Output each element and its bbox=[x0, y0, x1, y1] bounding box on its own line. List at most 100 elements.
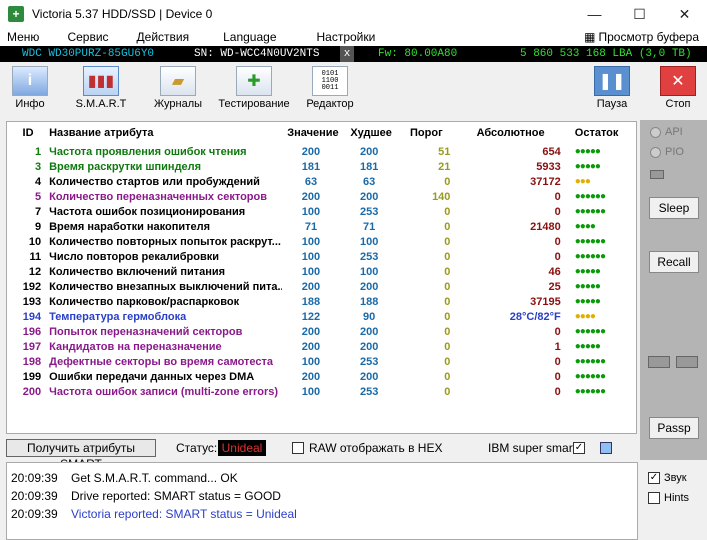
test-button[interactable]: ✚ Тестирование bbox=[214, 66, 294, 110]
first-aid-icon: ✚ bbox=[236, 66, 272, 96]
table-row[interactable]: 11 Число повторов рекалибровки 100 253 0 0 ●●●… bbox=[7, 249, 627, 264]
pio-radio[interactable]: PIO bbox=[650, 146, 684, 158]
attr-worst: 253 bbox=[359, 385, 379, 398]
menu-actions[interactable]: Действия bbox=[130, 28, 197, 46]
header-absolute[interactable]: Абсолютное bbox=[456, 122, 566, 144]
drive-model[interactable]: WDC WD30PURZ-85GU6Y0 bbox=[22, 46, 154, 62]
minimize-button[interactable]: — bbox=[572, 0, 617, 28]
attr-value: 63 bbox=[304, 175, 318, 188]
hints-checkbox[interactable]: Hints bbox=[648, 492, 689, 504]
table-row[interactable]: 194 Температура гермоблока 122 90 0 28°C/82°F… bbox=[7, 309, 627, 324]
attr-name: Количество внезапных выключений пита... bbox=[49, 280, 282, 293]
smart-button[interactable]: ▮▮▮ S.M.A.R.T bbox=[70, 66, 132, 110]
attr-value: 100 bbox=[301, 355, 321, 368]
attr-worst: 63 bbox=[363, 175, 376, 188]
sleep-button[interactable]: Sleep bbox=[649, 197, 699, 219]
app-icon: + bbox=[8, 6, 24, 22]
header-name[interactable]: Название атрибута bbox=[45, 122, 282, 144]
attr-threshold: 0 bbox=[444, 340, 451, 353]
header-id[interactable]: ID bbox=[7, 122, 45, 144]
passp-button[interactable]: Passp bbox=[649, 417, 699, 439]
attr-absolute: 28°C/82°F bbox=[509, 310, 561, 323]
table-row[interactable]: 199 Ошибки передачи данных через DMA 200 20… bbox=[7, 369, 627, 384]
close-button[interactable]: ✕ bbox=[662, 0, 707, 28]
indicator-left bbox=[648, 356, 670, 368]
table-row[interactable]: 200 Частота ошибок записи (multi-zone err… bbox=[7, 384, 627, 399]
api-radio[interactable]: API bbox=[650, 126, 683, 138]
table-row[interactable]: 7 Частота ошибок позиционирования 100 253 0 0… bbox=[7, 204, 627, 219]
header-worst[interactable]: Худшее bbox=[340, 122, 398, 144]
attr-id: 11 bbox=[29, 250, 42, 263]
folder-icon: ▰ bbox=[160, 66, 196, 96]
table-row[interactable]: 9 Время наработки накопителя 71 71 0 21480 ●●●… bbox=[7, 219, 627, 234]
drive-serial: SN: WD-WCC4N0UV2NTS bbox=[194, 48, 320, 60]
drive-firmware: Fw: 80.00A80 bbox=[378, 48, 458, 60]
log-entry: 20:09:39 Get S.M.A.R.T. command... OK bbox=[7, 469, 637, 487]
table-row[interactable]: 10 Количество повторных попыток раскрут..… bbox=[7, 234, 627, 249]
header-rest[interactable]: Остаток bbox=[567, 122, 627, 144]
attr-worst: 200 bbox=[359, 145, 379, 158]
table-row[interactable]: 197 Кандидатов на переназначение 200 200 0 1 ●… bbox=[7, 339, 627, 354]
table-row[interactable]: 4 Количество стартов или пробуждений 63 63 0… bbox=[7, 174, 627, 189]
attr-worst: 253 bbox=[359, 205, 379, 218]
recall-button[interactable]: Recall bbox=[649, 251, 699, 273]
table-row[interactable]: 192 Количество внезапных выключений пита.… bbox=[7, 279, 627, 294]
ibm-checkbox[interactable]: ✓ bbox=[573, 442, 585, 454]
table-row[interactable]: 12 Количество включений питания 100 100 0 46 ●… bbox=[7, 264, 627, 279]
status-badge: Unideal bbox=[218, 440, 266, 456]
table-row[interactable]: 196 Попыток переназначений секторов 200 200… bbox=[7, 324, 627, 339]
drive-close-button[interactable]: x bbox=[340, 46, 354, 62]
stop-icon: ✕ bbox=[660, 66, 696, 96]
log-message: Victoria reported: SMART status = Unidea… bbox=[71, 507, 297, 521]
attr-rest: ●●●●●● bbox=[574, 236, 606, 247]
logs-button[interactable]: ▰ Журналы bbox=[150, 66, 206, 110]
table-row[interactable]: 193 Количество парковок/распарковок 188 188… bbox=[7, 294, 627, 309]
buffer-view-menu[interactable]: ▦ Просмотр буфера bbox=[584, 28, 699, 46]
attr-name: Число повторов рекалибровки bbox=[49, 250, 220, 263]
attr-threshold: 0 bbox=[444, 205, 451, 218]
log-time: 20:09:39 bbox=[11, 489, 58, 503]
log-time: 20:09:39 bbox=[11, 507, 58, 521]
attr-rest: ●●●●● bbox=[574, 266, 601, 277]
attr-rest: ●●●●●● bbox=[574, 356, 606, 367]
table-row[interactable]: 198 Дефектные секторы во время самотеста 1… bbox=[7, 354, 627, 369]
table-row[interactable]: 3 Время раскрутки шпинделя 181 181 21 5933 ●●●… bbox=[7, 159, 627, 174]
pause-button[interactable]: ❚❚ Пауза bbox=[592, 66, 632, 110]
attr-value: 71 bbox=[304, 220, 318, 233]
table-row[interactable]: 5 Количество переназначенных секторов 200 2… bbox=[7, 189, 627, 204]
menu-settings[interactable]: Настройки bbox=[310, 28, 383, 46]
attr-id: 193 bbox=[22, 295, 42, 308]
raw-hex-checkbox[interactable]: RAW отображать в HEX bbox=[292, 441, 442, 455]
log-entry: 20:09:39 Drive reported: SMART status = G… bbox=[7, 487, 637, 505]
attr-absolute: 37172 bbox=[530, 175, 561, 188]
sound-checkbox[interactable]: ✓ Звук bbox=[648, 472, 687, 484]
header-threshold[interactable]: Порог bbox=[398, 122, 456, 144]
binary-icon: 0101 1100 0011 bbox=[312, 66, 348, 96]
drive-capacity: 5 860 533 168 LBA (3,0 TB) bbox=[520, 48, 692, 60]
table-row[interactable]: 1 Частота проявления ошибок чтения 200 200 5… bbox=[7, 144, 627, 159]
indicator-led bbox=[650, 170, 664, 179]
attr-rest: ●●● bbox=[574, 176, 591, 187]
stop-button[interactable]: ✕ Стоп bbox=[658, 66, 698, 110]
get-smart-button[interactable]: Получить атрибуты SMART bbox=[6, 439, 156, 471]
attr-name: Частота проявления ошибок чтения bbox=[49, 145, 247, 158]
attr-absolute: 0 bbox=[554, 370, 561, 383]
maximize-button[interactable]: ☐ bbox=[617, 0, 662, 28]
attr-threshold: 0 bbox=[444, 310, 451, 323]
attr-threshold: 140 bbox=[432, 190, 451, 203]
header-value[interactable]: Значение bbox=[282, 122, 340, 144]
pause-icon: ❚❚ bbox=[594, 66, 630, 96]
menu-service[interactable]: Сервис bbox=[60, 28, 115, 46]
attr-threshold: 0 bbox=[444, 175, 451, 188]
attr-id: 9 bbox=[34, 220, 42, 233]
editor-button[interactable]: 0101 1100 0011 Редактор bbox=[302, 66, 358, 110]
attr-worst: 200 bbox=[359, 280, 379, 293]
color-indicator[interactable] bbox=[600, 442, 612, 454]
info-button[interactable]: i Инфо bbox=[8, 66, 52, 110]
attr-name: Время наработки накопителя bbox=[49, 220, 211, 233]
title-bar: + Victoria 5.37 HDD/SSD | Device 0 — ☐ ✕ bbox=[0, 0, 707, 28]
menu-language[interactable]: Language bbox=[216, 28, 283, 46]
ibm-label: IBM super smart: bbox=[488, 441, 580, 455]
info-icon: i bbox=[12, 66, 48, 96]
menu-main[interactable]: Меню bbox=[0, 28, 46, 46]
